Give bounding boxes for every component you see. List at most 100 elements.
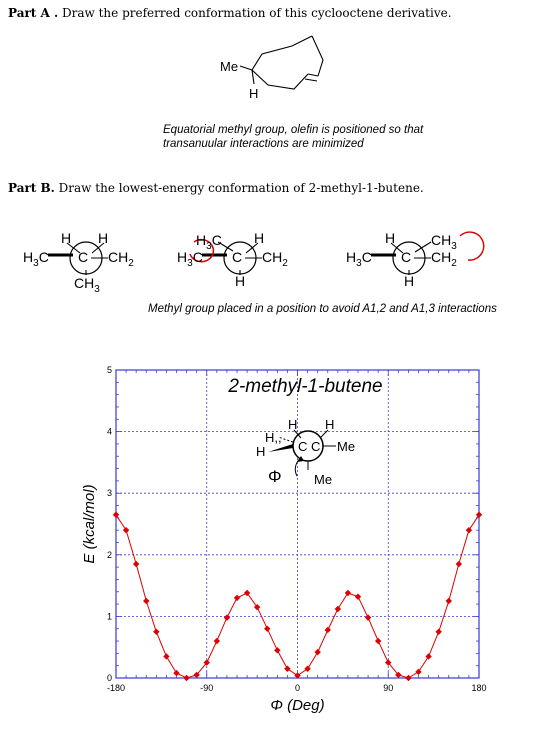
newman-2-center-c: C [232,249,242,265]
data-point [213,637,221,645]
newman-2-h3c-c: C [193,249,203,265]
data-point [143,597,150,605]
hydrogen-label: H [249,86,258,101]
newman-1-center-c: C [78,249,88,265]
newman-2-ch2: CH2 [262,249,288,269]
ring-back-bonds [251,35,313,71]
y-tick-label: 3 [107,488,112,498]
data-point [264,625,271,632]
newman-projection-2: H3C H H3C C CH2 H [177,230,288,289]
newman-3-h-bottom: H [404,273,414,289]
data-point [233,594,241,602]
data-point [122,526,130,534]
ring-right-bonds [311,35,324,77]
y-axis-label: E (kcal/mol) [81,484,98,563]
data-point [163,653,170,660]
newman-1-ch2: CH2 [108,249,134,269]
methyl-label: Me [220,59,238,74]
newman-1-h3c-h: H [23,249,33,265]
newman-3-center-c: C [401,249,411,265]
newman-2-h-bottom: H [235,273,245,289]
part-a-caption: Equatorial methyl group, olefin is posit… [163,123,423,151]
olefin-second-bond [304,78,318,82]
newman-1-h-right: H [98,230,108,246]
newman-1-ch2-2: 2 [128,258,134,269]
newman-2-ch2-2: 2 [282,258,288,269]
x-tick-label: -90 [200,683,213,693]
inset-me-bottom: Me [314,472,332,487]
y-tick-label: 4 [107,427,112,437]
newman-projections: H H H3C C CH2 CH3 H3C H H3C C CH2 H H CH… [23,230,485,295]
data-point [425,653,432,660]
chart-title: 2-methyl-1-butene [227,376,382,397]
data-point [364,614,372,621]
newman-3-h3c-c: C [362,249,372,265]
newman-1-h-left: H [61,230,71,246]
data-point [445,597,452,605]
data-point [324,626,331,634]
data-point [405,674,412,682]
data-point [304,665,311,672]
part-b-label: Part B. [8,181,55,195]
data-point [153,628,160,635]
part-a-label: Part A . [8,6,59,20]
data-point [112,511,120,518]
data-point [284,665,291,672]
data-point [274,647,281,654]
newman-1-ch2-ch: CH [108,249,128,265]
part-a-prompt: Draw the preferred conformation of this … [62,6,452,20]
data-point [475,511,483,518]
data-point [415,668,422,676]
data-point [314,648,321,656]
part-a-caption-line1: Equatorial methyl group, olefin is posit… [163,124,424,136]
inset-c-front: C [298,439,307,454]
newman-1-h3c: H3C [23,249,49,269]
newman-1-ch3-ch: CH [74,275,94,291]
part-b-prompt: Draw the lowest-energy conformation of 2… [58,181,424,195]
part-b-text: Part B. Draw the lowest-energy conformat… [8,181,424,195]
newman-3-ch2-2: 2 [451,258,457,269]
data-point [455,560,463,568]
newman-3-h3c-h: H [346,249,356,265]
ring-front-bonds [251,69,309,90]
newman-3-ch2: CH2 [431,249,457,269]
inset-phi-label: Φ [268,467,282,486]
part-b-caption: Methyl group placed in a position to avo… [148,303,497,315]
inset-h-left-lower: H [256,444,265,459]
inset-h-left-upper: H,, [265,430,282,445]
data-point [354,593,362,600]
newman-1-ch3: CH3 [74,275,100,295]
newman-3-ch3-ch: CH [431,232,451,248]
cyclooctene-structure: Me H [220,35,324,101]
newman-3-ch3-3: 3 [451,241,457,252]
olefin-bond [307,73,319,77]
data-point [173,669,180,677]
inset-h-top-right: H [325,417,334,432]
energy-chart: -180 -90 0 90 180 0 1 2 3 4 5 Φ (Deg) E (kcal/mol) 2-… [81,365,487,714]
newman-3-h-left: H [385,230,395,246]
data-point [253,603,261,611]
newman-1-ch3-3: 3 [94,284,100,295]
x-axis-label: Φ (Deg) [270,697,324,714]
data-point [344,589,352,597]
newman-2-h3c: H3C [177,249,203,269]
newman-3-h3c: H3C [346,249,372,269]
data-point [374,637,382,645]
inset-me-right: Me [337,439,355,454]
x-tick-label: 0 [295,683,300,693]
newman-2-h3c-top-h: H [196,232,206,248]
x-tick-label: 180 [471,683,486,693]
y-tick-label: 0 [107,673,112,683]
y-tick-label: 5 [107,365,112,375]
y-tick-label: 1 [107,611,112,621]
data-point [243,589,251,597]
newman-projection-1: H H H3C C CH2 CH3 [23,230,134,295]
data-point [223,614,231,621]
y-tick-label: 2 [107,550,112,560]
part-a-text: Part A . Draw the preferred conformation… [8,6,452,20]
inset-c-back: C [311,439,320,454]
x-tick-label: 90 [383,683,393,693]
data-point [183,674,190,682]
inset-h-top-left: H [288,417,297,432]
newman-projection-3: H CH3 H3C C CH2 H [346,230,485,289]
